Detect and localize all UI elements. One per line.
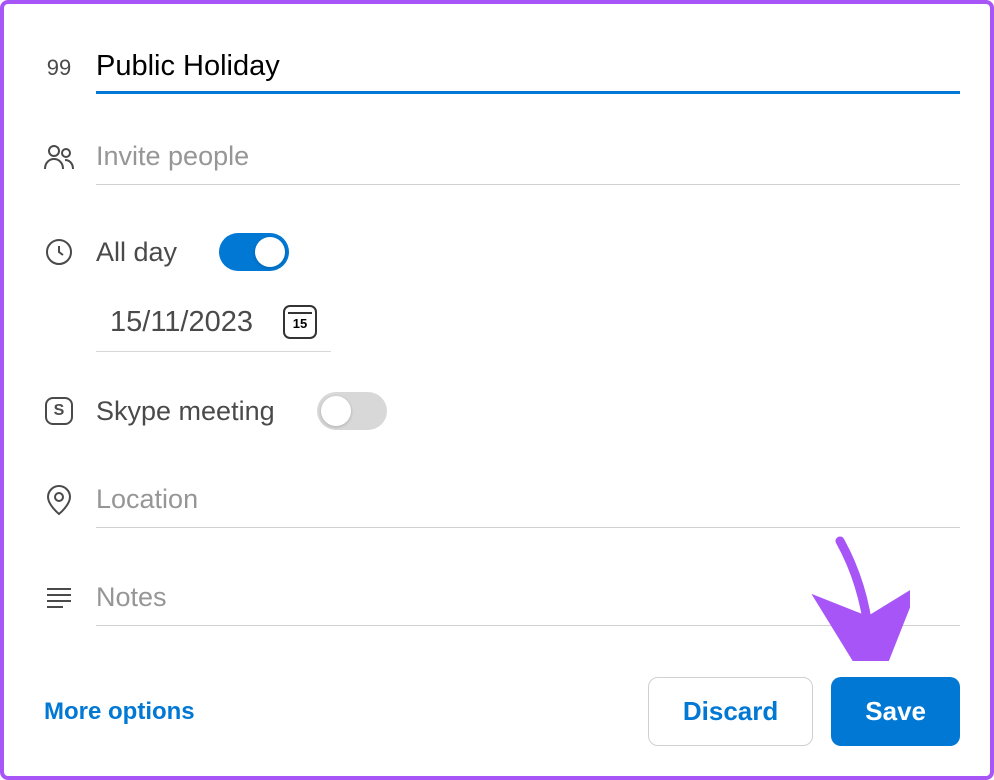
people-icon	[44, 142, 74, 172]
notes-input[interactable]	[96, 570, 960, 626]
more-options-link[interactable]: More options	[44, 698, 195, 726]
save-button[interactable]: Save	[831, 677, 960, 746]
location-input[interactable]	[96, 472, 960, 528]
invite-people-input[interactable]	[96, 129, 960, 185]
skype-meeting-toggle[interactable]	[317, 392, 387, 430]
location-icon	[44, 485, 74, 515]
skype-icon: S	[44, 396, 74, 426]
all-day-toggle[interactable]	[219, 233, 289, 271]
discard-button[interactable]: Discard	[648, 677, 813, 746]
event-title-input[interactable]	[96, 42, 960, 94]
skype-meeting-label: Skype meeting	[96, 396, 275, 427]
notes-icon	[44, 583, 74, 613]
clock-icon	[44, 237, 74, 267]
calendar-icon[interactable]: 15	[283, 305, 317, 339]
quote-icon: 99	[44, 53, 74, 83]
all-day-label: All day	[96, 237, 177, 268]
date-field[interactable]: 15/11/2023 15	[96, 299, 331, 352]
date-value: 15/11/2023	[110, 306, 253, 339]
